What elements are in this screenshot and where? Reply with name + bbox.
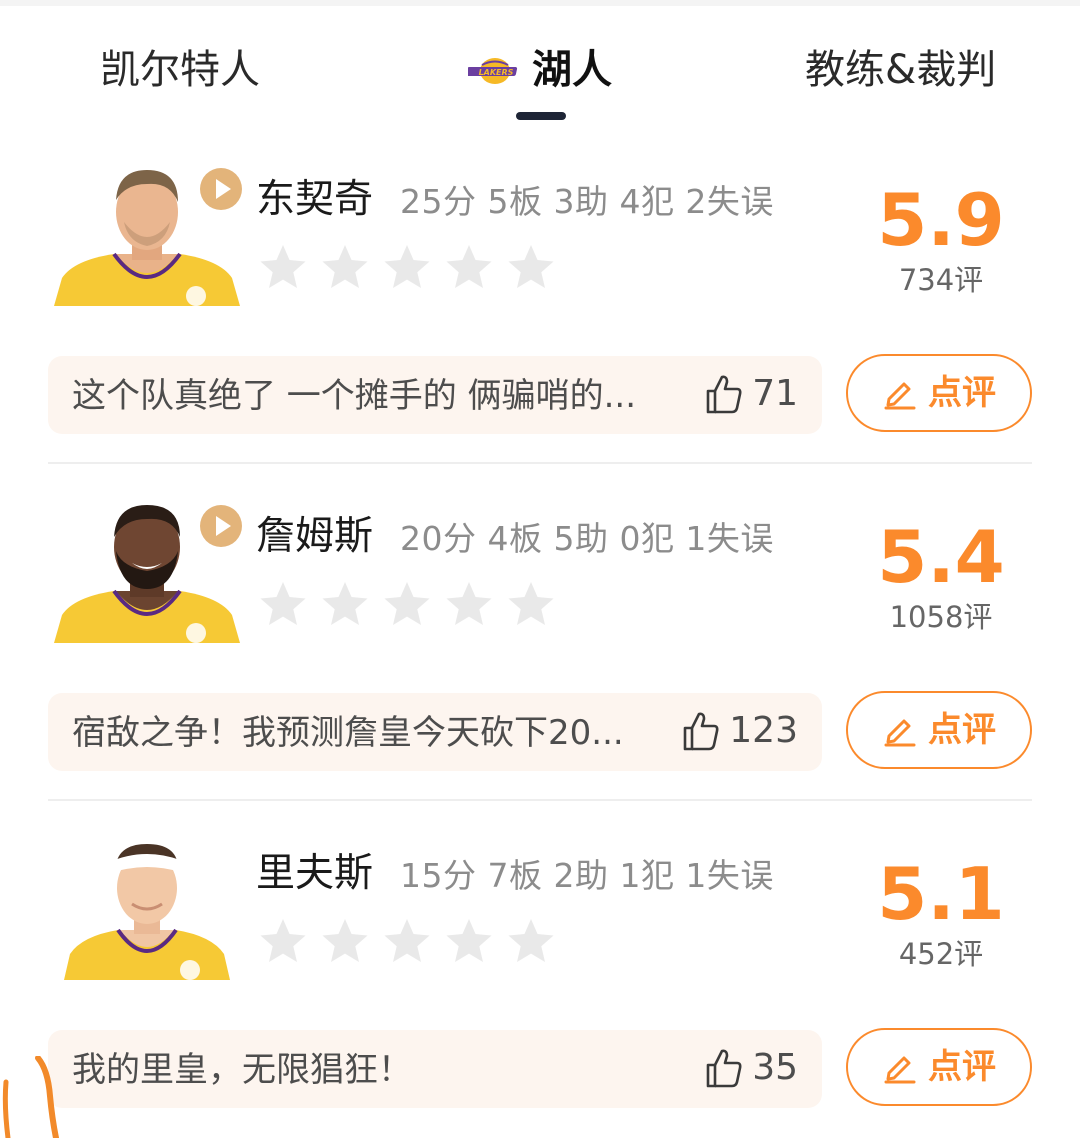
star-icon[interactable] bbox=[382, 579, 432, 629]
pen-icon bbox=[884, 382, 916, 410]
star-icon[interactable] bbox=[506, 916, 556, 966]
star-icon[interactable] bbox=[258, 916, 308, 966]
player-score: 5.4 bbox=[877, 515, 1005, 599]
rate-button[interactable]: 点评 bbox=[846, 1028, 1032, 1106]
star-rating[interactable] bbox=[258, 579, 556, 629]
svg-text:LAKERS: LAKERS bbox=[479, 68, 514, 77]
video-play-button[interactable] bbox=[200, 505, 242, 547]
rate-button-label: 点评 bbox=[928, 710, 996, 750]
player-stats: 25分 5板 3助 4犯 2失误 bbox=[400, 182, 774, 221]
star-icon[interactable] bbox=[258, 579, 308, 629]
star-icon[interactable] bbox=[258, 242, 308, 292]
like-button[interactable]: 71 bbox=[704, 372, 798, 416]
player-name: 东契奇 bbox=[256, 177, 374, 222]
like-button[interactable]: 123 bbox=[681, 709, 798, 753]
player-stats: 20分 4板 5助 0犯 1失误 bbox=[400, 519, 774, 558]
rate-button-label: 点评 bbox=[928, 1047, 996, 1087]
review-count: 1058评 bbox=[889, 600, 993, 634]
comment-text: 我的里皇，无限猖狂！ bbox=[72, 1050, 412, 1090]
top-comment[interactable]: 宿敌之争！我预测詹皇今天砍下20... 123 bbox=[48, 693, 822, 771]
pen-icon bbox=[884, 1056, 916, 1084]
star-icon[interactable] bbox=[444, 916, 494, 966]
video-play-button[interactable] bbox=[200, 168, 242, 210]
star-icon[interactable] bbox=[382, 242, 432, 292]
lakers-logo-icon: LAKERS bbox=[468, 58, 518, 84]
player-card: 东契奇 25分 5板 3助 4犯 2失误 5.9 734评 这个队真绝了 一个摊… bbox=[0, 150, 1080, 486]
review-count: 452评 bbox=[898, 937, 984, 971]
star-icon[interactable] bbox=[320, 579, 370, 629]
thumbs-up-icon bbox=[683, 712, 719, 751]
star-icon[interactable] bbox=[506, 242, 556, 292]
star-icon[interactable] bbox=[444, 242, 494, 292]
player-name: 詹姆斯 bbox=[256, 514, 374, 559]
star-icon[interactable] bbox=[506, 579, 556, 629]
player-card: 詹姆斯 20分 4板 5助 0犯 1失误 5.4 1058评 宿敌之争！我预测詹… bbox=[0, 487, 1080, 823]
like-count: 71 bbox=[752, 373, 798, 414]
comment-text: 宿敌之争！我预测詹皇今天砍下20... bbox=[72, 713, 624, 753]
player-stats: 15分 7板 2助 1犯 1失误 bbox=[400, 856, 774, 895]
review-count: 734评 bbox=[898, 263, 984, 297]
rate-button[interactable]: 点评 bbox=[846, 354, 1032, 432]
thumbs-up-icon bbox=[706, 1049, 742, 1088]
rate-button-label: 点评 bbox=[928, 373, 996, 413]
player-card: 里夫斯 15分 7板 2助 1犯 1失误 5.1 452评 我的里皇，无限猖狂！… bbox=[0, 824, 1080, 1138]
player-score: 5.1 bbox=[877, 852, 1005, 936]
like-count: 123 bbox=[729, 710, 798, 751]
like-count: 35 bbox=[752, 1047, 798, 1088]
top-comment[interactable]: 这个队真绝了 一个摊手的 俩骗哨的... 71 bbox=[48, 356, 822, 434]
divider bbox=[48, 462, 1032, 464]
star-rating[interactable] bbox=[258, 916, 556, 966]
like-button[interactable]: 35 bbox=[704, 1046, 798, 1090]
top-comment[interactable]: 我的里皇，无限猖狂！ 35 bbox=[48, 1030, 822, 1108]
play-icon bbox=[216, 516, 231, 536]
comment-text: 这个队真绝了 一个摊手的 俩骗哨的... bbox=[72, 376, 637, 416]
star-icon[interactable] bbox=[444, 579, 494, 629]
player-score: 5.9 bbox=[877, 178, 1005, 262]
star-icon[interactable] bbox=[320, 916, 370, 966]
thumbs-up-icon bbox=[706, 375, 742, 414]
tab-lakers-label: 湖人 bbox=[532, 47, 612, 93]
star-icon[interactable] bbox=[320, 242, 370, 292]
active-tab-indicator bbox=[516, 112, 566, 120]
tab-celtics[interactable]: 凯尔特人 bbox=[100, 46, 260, 94]
rate-button[interactable]: 点评 bbox=[846, 691, 1032, 769]
orange-marker-scribble bbox=[2, 1056, 59, 1138]
player-name: 里夫斯 bbox=[256, 851, 374, 896]
player-avatar[interactable] bbox=[54, 834, 240, 980]
tab-lakers[interactable]: LAKERS 湖人 bbox=[468, 46, 612, 94]
star-rating[interactable] bbox=[258, 242, 556, 292]
play-icon bbox=[216, 179, 231, 199]
star-icon[interactable] bbox=[382, 916, 432, 966]
tab-coaches-referees[interactable]: 教练&裁判 bbox=[805, 46, 996, 94]
pen-icon bbox=[884, 719, 916, 747]
divider bbox=[48, 799, 1032, 801]
team-tabs: 凯尔特人 LAKERS 湖人 教练&裁判 bbox=[0, 6, 1080, 130]
